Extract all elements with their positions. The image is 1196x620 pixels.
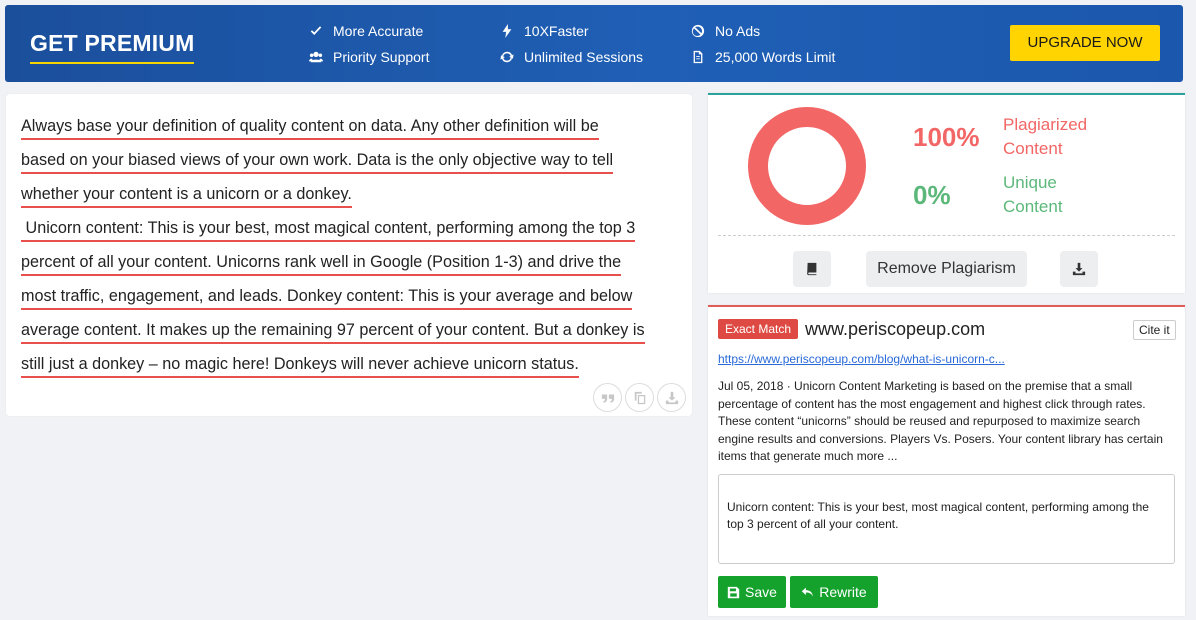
exact-match-badge: Exact Match: [718, 319, 799, 339]
feature-no-ads: No Ads: [690, 23, 760, 39]
book-icon: [805, 262, 819, 276]
report-book-button[interactable]: [793, 251, 831, 287]
plagiarized-line: still just a donkey – no magic here! Don…: [21, 355, 579, 378]
unique-percent: 0%: [913, 180, 951, 210]
download-icon: [1072, 262, 1086, 276]
save-icon: [727, 586, 740, 599]
feature-unlimited-sessions: Unlimited Sessions: [499, 49, 643, 65]
unique-content-label: Unique Content: [1003, 173, 1063, 216]
download-icon[interactable]: [657, 383, 686, 412]
document-icon: [690, 49, 706, 65]
checked-text[interactable]: Always base your definition of quality c…: [21, 109, 681, 381]
source-url-link[interactable]: https://www.periscopeup.com/blog/what-is…: [718, 352, 1005, 366]
upgrade-now-button[interactable]: UPGRADE NOW: [1010, 25, 1160, 61]
plagiarism-result-card: 100% Plagiarized Content 0% Unique Conte…: [708, 93, 1185, 293]
source-snippet: Jul 05, 2018 · Unicorn Content Marketing…: [718, 379, 1163, 463]
plagiarized-percent: 100%: [913, 122, 980, 152]
plagiarism-donut-chart: [748, 107, 866, 225]
ban-icon: [690, 23, 706, 39]
plagiarized-line: average content. It makes up the remaini…: [21, 321, 645, 344]
matched-text-box[interactable]: Unicorn content: This is your best, most…: [718, 474, 1175, 564]
copy-icon[interactable]: [625, 383, 654, 412]
divider: [718, 235, 1175, 236]
plagiarized-line: Unicorn content: This is your best, most…: [21, 219, 636, 242]
feature-more-accurate: More Accurate: [308, 23, 423, 39]
plagiarized-line: percent of all your content. Unicorns ra…: [21, 253, 622, 276]
refresh-icon: [499, 49, 515, 65]
undo-icon: [801, 586, 814, 599]
premium-banner: GET PREMIUM More Accurate Priority Suppo…: [5, 5, 1183, 82]
source-match-card: Exact Match www.periscopeup.com Cite it …: [708, 305, 1185, 616]
cite-it-button[interactable]: Cite it: [1133, 320, 1176, 340]
feature-faster: 10XFaster: [499, 23, 589, 39]
plagiarized-content-label: Plagiarized Content: [1003, 115, 1088, 158]
quote-icon[interactable]: [593, 383, 622, 412]
source-domain: www.periscopeup.com: [805, 319, 986, 339]
rewrite-button[interactable]: Rewrite: [790, 576, 878, 608]
input-text-panel[interactable]: Always base your definition of quality c…: [6, 94, 692, 416]
remove-plagiarism-button[interactable]: Remove Plagiarism: [866, 251, 1027, 287]
feature-priority-support: Priority Support: [308, 49, 429, 65]
save-button[interactable]: Save: [718, 576, 786, 608]
download-report-button[interactable]: [1060, 251, 1098, 287]
users-icon: [308, 49, 324, 65]
plagiarized-line: based on your biased views of your own w…: [21, 151, 614, 174]
bolt-icon: [499, 23, 515, 39]
text-tools: [593, 383, 686, 412]
plagiarized-line: Always base your definition of quality c…: [21, 117, 599, 140]
banner-title: GET PREMIUM: [30, 30, 195, 64]
plagiarized-line: most traffic, engagement, and leads. Don…: [21, 287, 633, 310]
feature-words-limit: 25,000 Words Limit: [690, 49, 835, 65]
check-icon: [308, 23, 324, 39]
plagiarized-line: whether your content is a unicorn or a d…: [21, 185, 352, 208]
